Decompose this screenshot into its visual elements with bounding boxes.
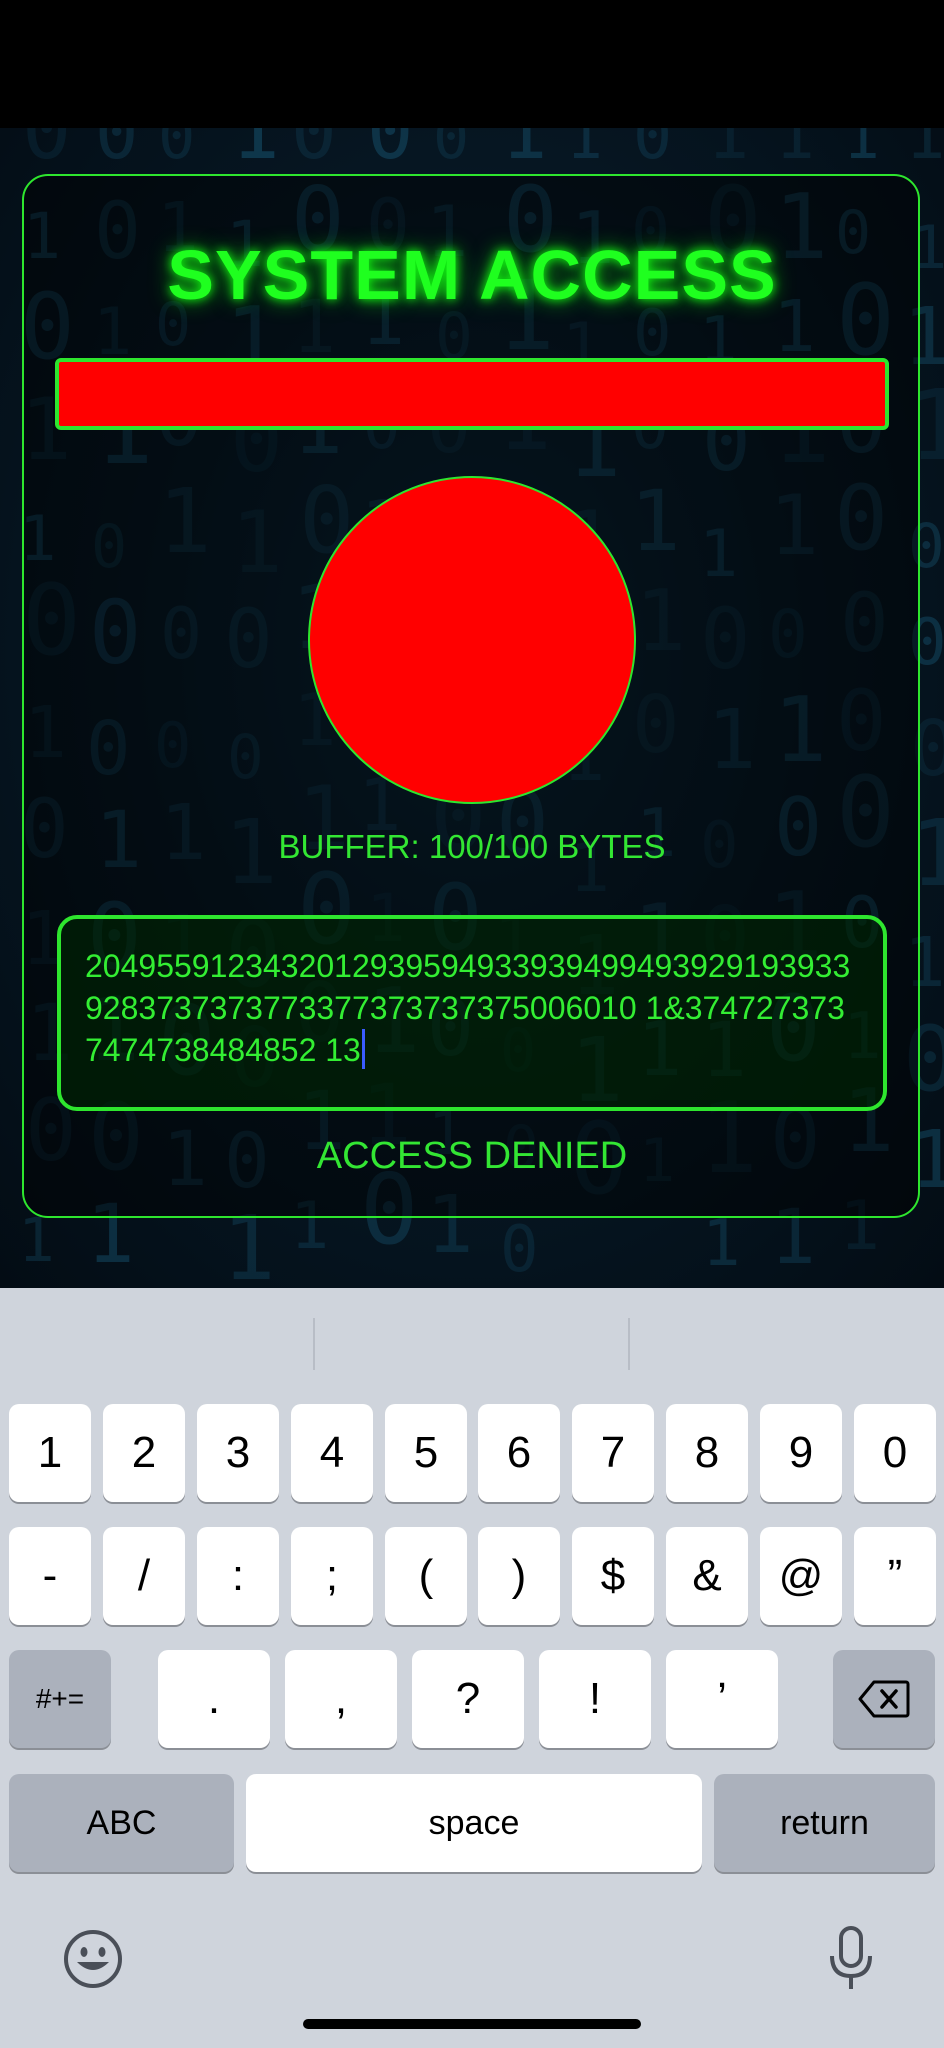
matrix-digit: 0: [95, 128, 138, 175]
delete-key[interactable]: [833, 1650, 935, 1748]
key-hyphen[interactable]: -: [9, 1527, 91, 1625]
matrix-digit: 0: [500, 1213, 539, 1287]
key-slash[interactable]: /: [103, 1527, 185, 1625]
key-at[interactable]: @: [760, 1527, 842, 1625]
access-status-label: ACCESS DENIED: [316, 1135, 628, 1177]
abc-key[interactable]: ABC: [9, 1774, 234, 1872]
space-key[interactable]: space: [246, 1774, 702, 1872]
key-8[interactable]: 8: [666, 1404, 748, 1502]
matrix-digit: 1: [231, 128, 280, 178]
payload-input-text: 2049559123432012939594933939499493929193…: [85, 948, 851, 1068]
key-3[interactable]: 3: [197, 1404, 279, 1502]
key-open-paren[interactable]: (: [385, 1527, 467, 1625]
backspace-icon: [858, 1680, 910, 1718]
key-5[interactable]: 5: [385, 1404, 467, 1502]
status-bar: [0, 0, 944, 128]
suggestion-bar: [0, 1288, 944, 1398]
key-ampersand[interactable]: &: [666, 1527, 748, 1625]
key-6[interactable]: 6: [478, 1404, 560, 1502]
matrix-digit: 1: [775, 128, 815, 174]
matrix-digit: 0: [158, 128, 195, 173]
page-title: SYSTEM ACCESS: [167, 236, 777, 314]
key-comma[interactable]: ,: [285, 1650, 397, 1748]
emoji-icon: [64, 1930, 122, 1988]
payload-input[interactable]: 2049559123432012939594933939499493929193…: [57, 915, 887, 1111]
matrix-digit: 1: [566, 128, 603, 173]
keyboard: 1 2 3 4 5 6 7 8 9 0 - / : ; ( ) $ & @ ” …: [0, 1288, 944, 2048]
matrix-digit: 0: [367, 128, 413, 177]
suggestion-divider: [628, 1318, 630, 1370]
text-cursor: [361, 1029, 365, 1069]
key-1[interactable]: 1: [9, 1404, 91, 1502]
key-question[interactable]: ?: [412, 1650, 524, 1748]
key-quote[interactable]: ”: [854, 1527, 936, 1625]
emoji-button[interactable]: [60, 1926, 126, 1992]
key-period[interactable]: .: [158, 1650, 270, 1748]
key-7[interactable]: 7: [572, 1404, 654, 1502]
matrix-digit: 0: [633, 128, 672, 174]
key-dollar[interactable]: $: [572, 1527, 654, 1625]
status-indicator-orb: [308, 476, 636, 804]
status-indicator-bar: [55, 358, 889, 430]
key-colon[interactable]: :: [197, 1527, 279, 1625]
key-exclamation[interactable]: !: [539, 1650, 651, 1748]
key-semicolon[interactable]: ;: [291, 1527, 373, 1625]
home-indicator: [303, 2019, 641, 2029]
matrix-digit: 1: [905, 128, 944, 174]
matrix-digit: 0: [22, 128, 71, 178]
key-9[interactable]: 9: [760, 1404, 842, 1502]
screen: 0101101011010011000101010100100110111101…: [0, 0, 944, 2048]
key-more-symbols[interactable]: #+=: [9, 1650, 111, 1748]
return-key[interactable]: return: [714, 1774, 935, 1872]
key-apostrophe[interactable]: ’: [666, 1650, 778, 1748]
key-2[interactable]: 2: [103, 1404, 185, 1502]
buffer-label: BUFFER: 100/100 BYTES: [278, 828, 666, 865]
suggestion-divider: [313, 1318, 315, 1370]
microphone-icon: [830, 1926, 872, 1989]
matrix-digit: 1: [843, 128, 880, 173]
dictation-button[interactable]: [818, 1924, 884, 1994]
matrix-digit: 1: [702, 1207, 741, 1281]
key-close-paren[interactable]: ): [478, 1527, 560, 1625]
key-0[interactable]: 0: [854, 1404, 936, 1502]
key-4[interactable]: 4: [291, 1404, 373, 1502]
matrix-digit: 0: [433, 128, 469, 173]
